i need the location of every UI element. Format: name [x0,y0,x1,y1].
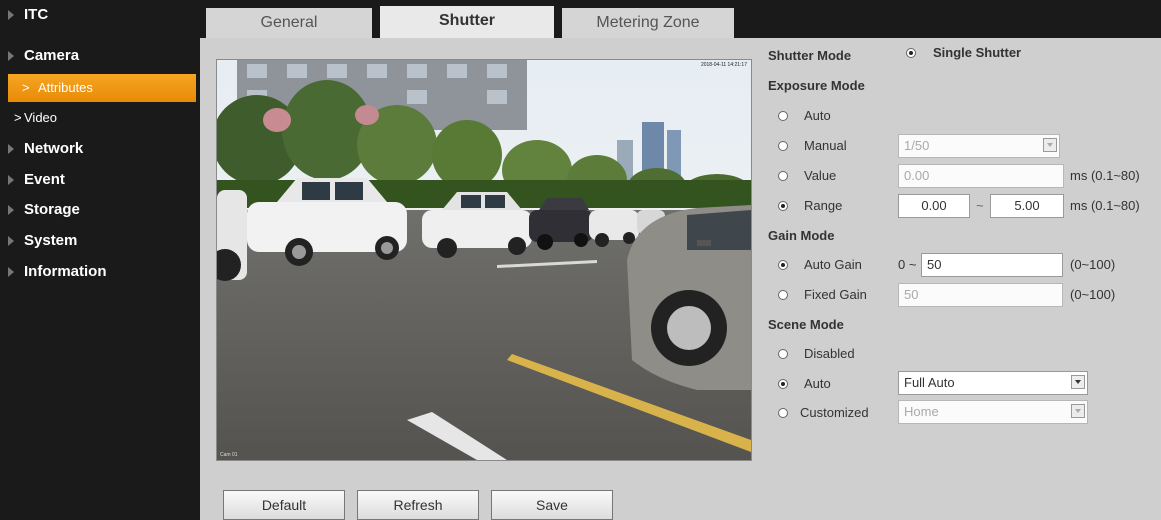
save-button[interactable]: Save [491,490,613,520]
chevron-down-icon [1071,404,1085,418]
chevron-right-icon: > [22,80,30,95]
exposure-mode-label: Exposure Mode [768,78,865,93]
auto-gain-input[interactable]: 50 [921,253,1063,277]
scene-mode-label: Scene Mode [768,317,844,332]
scene-customized-select[interactable]: Home [898,400,1088,424]
triangle-right-icon [8,205,14,215]
scene-disabled-label: Disabled [804,346,855,361]
exposure-range-label: Range [804,198,843,213]
chevron-down-icon [1043,138,1057,152]
triangle-right-icon [8,144,14,154]
scene-auto-radio[interactable] [778,379,788,389]
refresh-button[interactable]: Refresh [357,490,479,520]
exposure-value-input[interactable]: 0.00 [898,164,1064,188]
tab-bar: General Shutter Metering Zone [200,0,1161,38]
sidebar-item-itc[interactable]: ITC [0,0,200,30]
range-separator: ~ [976,198,984,213]
fixed-gain-radio[interactable] [778,290,788,300]
exposure-value-unit: ms (0.1~80) [1070,168,1140,183]
shutter-settings-panel: 2018-04-11 14:21:17 Cam 01 Default Refre… [200,38,1161,520]
sidebar-item-storage[interactable]: Storage [0,195,200,225]
video-channel-label: Cam 01 [220,452,238,458]
range-max-input[interactable]: 5.00 [990,194,1064,218]
exposure-manual-label: Manual [804,138,847,153]
video-preview: 2018-04-11 14:21:17 Cam 01 [216,59,752,461]
fixed-gain-input[interactable]: 50 [898,283,1063,307]
sidebar-item-video[interactable]: > Video [0,104,200,132]
triangle-right-icon [8,267,14,277]
triangle-right-icon [8,236,14,246]
auto-gain-prefix: 0 ~ [898,257,917,272]
sidebar: ITC Camera > Attributes > Video Network Ev… [0,0,200,520]
tab-shutter[interactable]: Shutter [380,6,554,38]
tab-general[interactable]: General [206,8,372,38]
exposure-manual-radio[interactable] [778,141,788,151]
fixed-gain-range: (0~100) [1070,287,1116,302]
single-shutter-label: Single Shutter [933,45,1022,60]
scene-customized-radio[interactable] [778,408,788,418]
sidebar-item-information[interactable]: Information [0,257,200,287]
triangle-right-icon [8,10,14,20]
sidebar-item-attributes[interactable]: > Attributes [8,74,196,102]
triangle-right-icon [8,51,14,61]
exposure-range-radio[interactable] [778,201,788,211]
manual-shutter-select[interactable]: 1/50 [898,134,1060,158]
range-unit: ms (0.1~80) [1070,198,1140,213]
scene-disabled-radio[interactable] [778,349,788,359]
scene-auto-label: Auto [804,376,831,391]
auto-gain-range: (0~100) [1070,257,1116,272]
fixed-gain-label: Fixed Gain [804,287,867,302]
exposure-value-label: Value [804,168,837,183]
sidebar-item-event[interactable]: Event [0,165,200,195]
sidebar-item-network[interactable]: Network [0,134,200,164]
range-min-input[interactable]: 0.00 [898,194,970,218]
single-shutter-radio[interactable] [906,48,916,58]
sidebar-item-system[interactable]: System [0,226,200,256]
scene-auto-select[interactable]: Full Auto [898,371,1088,395]
exposure-auto-label: Auto [804,108,831,123]
exposure-value-radio[interactable] [778,171,788,181]
scene-customized-label: Customized [800,405,869,420]
parking-lot-scene-image [217,60,751,460]
chevron-right-icon: > [14,110,22,125]
video-timestamp: 2018-04-11 14:21:17 [700,62,747,68]
default-button[interactable]: Default [223,490,345,520]
shutter-mode-label: Shutter Mode [768,48,852,63]
triangle-right-icon [8,175,14,185]
gain-mode-label: Gain Mode [768,228,835,243]
auto-gain-radio[interactable] [778,260,788,270]
tab-metering-zone[interactable]: Metering Zone [562,8,734,38]
sidebar-item-camera[interactable]: Camera [0,41,200,71]
exposure-auto-radio[interactable] [778,111,788,121]
auto-gain-label: Auto Gain [804,257,862,272]
chevron-down-icon [1071,375,1085,389]
